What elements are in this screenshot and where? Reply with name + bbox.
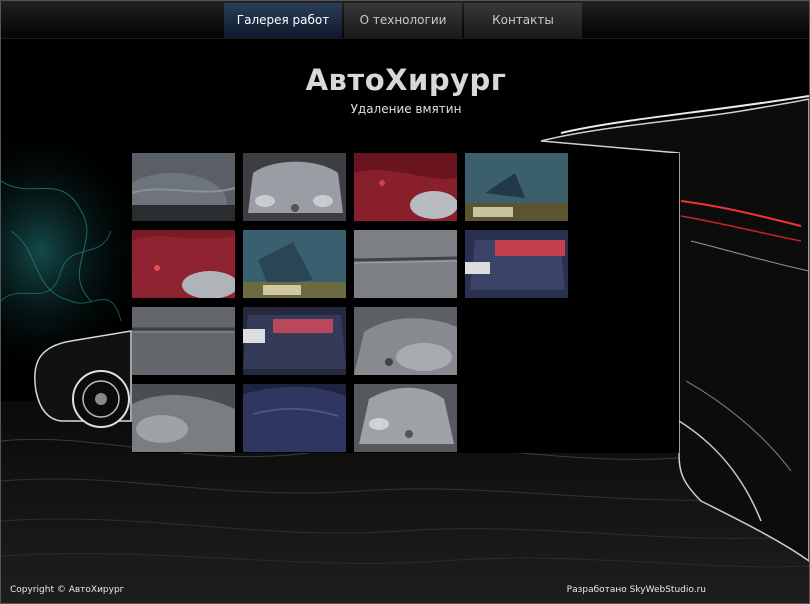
nav-item-contacts[interactable]: Контакты	[464, 3, 582, 38]
gallery-thumb-red-car-wing[interactable]	[132, 230, 235, 298]
gallery-thumb-dark-car-rear[interactable]	[465, 230, 568, 298]
gallery-thumb-dark-car-rear-2[interactable]	[243, 307, 346, 375]
gallery-thumb-silver-car-front-2[interactable]	[132, 384, 235, 452]
gallery-panel	[132, 153, 679, 453]
gallery-thumb-silver-car-headlight[interactable]	[354, 307, 457, 375]
gallery-thumb-red-car-headlight[interactable]	[354, 153, 457, 221]
gallery-thumb-grey-door-panel[interactable]	[354, 230, 457, 298]
nav-item-technology[interactable]: О технологии	[344, 3, 462, 38]
footer-developer-link[interactable]: Разработано SkyWebStudio.ru	[567, 585, 706, 595]
gallery-thumb-silver-car-front[interactable]	[243, 153, 346, 221]
gallery-thumb-blue-trunk-closeup[interactable]	[243, 230, 346, 298]
footer-copyright: Copyright © АвтоХирург	[10, 585, 125, 595]
gallery-thumb-blue-car-roof[interactable]	[243, 384, 346, 452]
gallery-thumb-grey-door-panel-2[interactable]	[132, 307, 235, 375]
site-subtitle: Удаление вмятин	[350, 102, 462, 116]
top-nav: Галерея работ О технологии Контакты	[1, 1, 809, 39]
gallery-thumb-silver-car-hood[interactable]	[354, 384, 457, 452]
gallery-thumb-blue-trunk-plate[interactable]	[465, 153, 568, 221]
site-title: АвтоХирург	[305, 63, 507, 97]
nav-item-gallery[interactable]: Галерея работ	[224, 3, 342, 38]
gallery-thumb-grey-car-wing[interactable]	[132, 153, 235, 221]
page: Галерея работ О технологии Контакты Авто…	[0, 0, 810, 604]
